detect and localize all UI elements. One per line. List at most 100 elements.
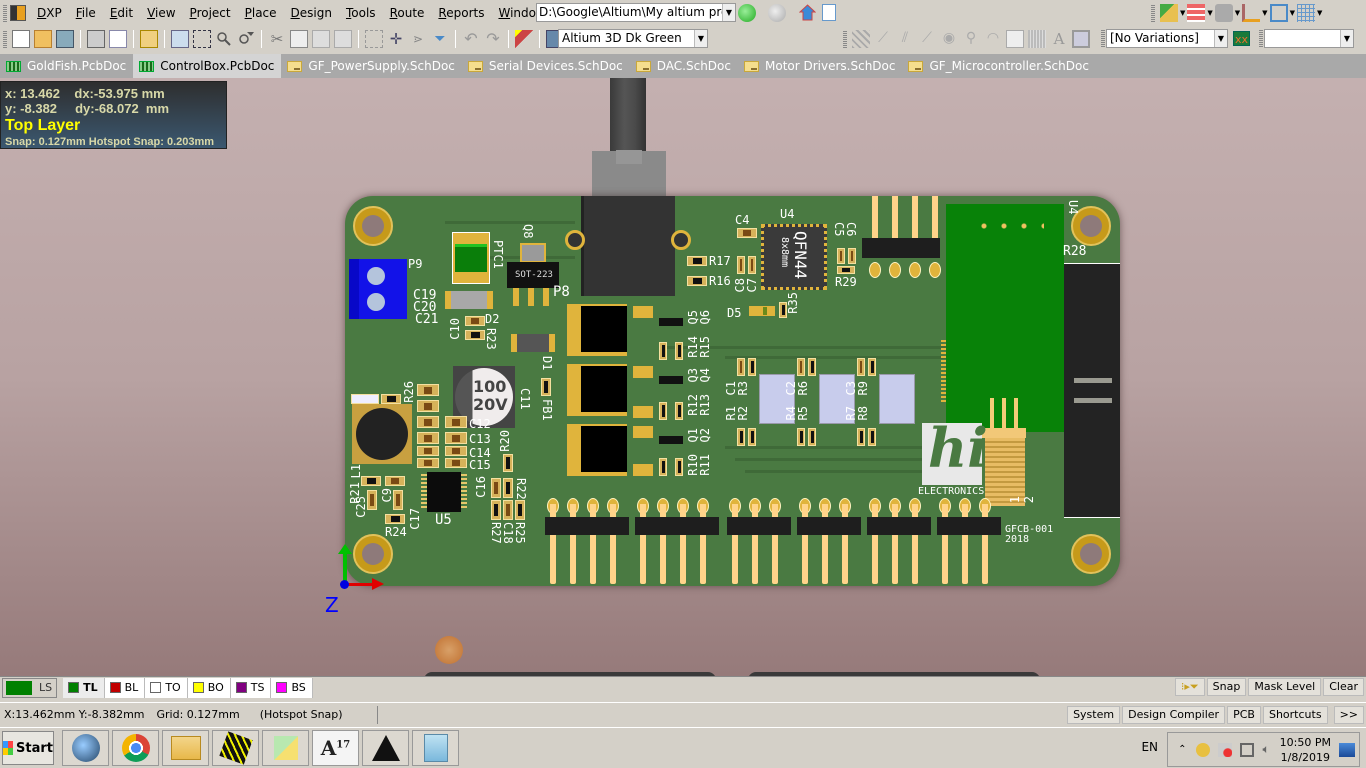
taskbar-inkscape[interactable]: [362, 730, 409, 766]
fill-icon[interactable]: [1006, 29, 1024, 48]
variant-manager-icon[interactable]: xx: [1233, 31, 1250, 46]
component-icon[interactable]: [1072, 29, 1090, 48]
find-icon[interactable]: [1214, 4, 1233, 22]
pin-header[interactable]: [797, 496, 861, 586]
interactive-diff-pair-icon[interactable]: ⟋: [874, 30, 892, 48]
chevron-down-icon[interactable]: ▼: [1235, 9, 1240, 17]
cross-probe-icon[interactable]: [515, 30, 533, 48]
capacitor[interactable]: [491, 478, 501, 498]
deselect-icon[interactable]: ⋗: [409, 30, 427, 48]
capacitor[interactable]: [417, 458, 439, 468]
pin-header[interactable]: [867, 496, 931, 586]
tab-goldfish-pcbdoc[interactable]: GoldFish.PcbDoc: [0, 54, 133, 78]
resistor[interactable]: [808, 428, 816, 446]
resistor[interactable]: [515, 500, 525, 520]
string-icon[interactable]: A: [1050, 30, 1068, 48]
resistor[interactable]: [381, 394, 401, 404]
pin-header[interactable]: [727, 496, 791, 586]
ic-u5[interactable]: [421, 472, 469, 514]
transistor-sot23[interactable]: [659, 436, 683, 444]
mask-level-button[interactable]: Mask Level: [1248, 678, 1322, 696]
taskbar-chrome[interactable]: [112, 730, 159, 766]
menu-place[interactable]: Place: [238, 1, 284, 25]
sma-connector[interactable]: [982, 398, 1028, 510]
resistor[interactable]: [797, 428, 805, 446]
capacitor[interactable]: [465, 316, 485, 326]
tab-controlbox-pcbdoc[interactable]: ControlBox.PcbDoc: [133, 54, 282, 78]
filter-icon[interactable]: ⁝▸⏷: [1174, 678, 1205, 696]
toolbar-grip[interactable]: [1101, 29, 1105, 47]
design-compiler-panel-button[interactable]: Design Compiler: [1122, 706, 1226, 724]
more-panels-button[interactable]: >>: [1333, 706, 1364, 724]
zoom-area-icon[interactable]: [193, 30, 211, 48]
grid-icon[interactable]: [1296, 4, 1315, 22]
snap-button[interactable]: Snap: [1206, 678, 1247, 696]
capacitor[interactable]: [385, 476, 405, 486]
tab-gf-powersupply-schdoc[interactable]: GF_PowerSupply.SchDoc: [281, 54, 461, 78]
paste-icon[interactable]: [312, 30, 330, 48]
home-icon[interactable]: [798, 4, 817, 21]
taskbar-sticky-notes[interactable]: [262, 730, 309, 766]
toolbar-grip[interactable]: [3, 30, 7, 48]
print-icon[interactable]: [87, 30, 105, 48]
resistor[interactable]: [868, 428, 876, 446]
polygon-pour-icon[interactable]: [1028, 29, 1046, 48]
chevron-down-icon[interactable]: ▼: [1214, 30, 1227, 47]
capacitor[interactable]: [837, 248, 845, 264]
clear-filter-icon[interactable]: ⏷: [431, 30, 449, 48]
menu-file[interactable]: File: [69, 1, 103, 25]
document-refresh-icon[interactable]: [822, 4, 836, 21]
layer-tab-bl[interactable]: BL: [104, 677, 146, 698]
layer-tab-tl[interactable]: TL: [63, 677, 105, 698]
resistor[interactable]: [659, 458, 667, 476]
capacitor[interactable]: [445, 416, 467, 428]
menu-reports[interactable]: Reports: [431, 1, 491, 25]
taskbar-explorer[interactable]: [162, 730, 209, 766]
capacitor[interactable]: [445, 432, 467, 444]
redo-icon[interactable]: ↷: [484, 30, 502, 48]
layer-tab-to[interactable]: TO: [145, 677, 188, 698]
capacitor[interactable]: [503, 500, 513, 520]
chevron-down-icon[interactable]: ▼: [1262, 9, 1267, 17]
resistor[interactable]: [361, 476, 381, 486]
diode-d1[interactable]: [511, 334, 555, 352]
resistor[interactable]: [503, 478, 513, 498]
resistor[interactable]: [659, 342, 667, 360]
show-hidden-icons-icon[interactable]: ⌃: [1178, 744, 1186, 755]
transistor-sot23[interactable]: [659, 318, 683, 326]
resistor[interactable]: [351, 394, 379, 404]
undo-icon[interactable]: ↶: [462, 30, 480, 48]
rubber-stamp-icon[interactable]: [334, 30, 352, 48]
menu-project[interactable]: Project: [183, 1, 238, 25]
resistor[interactable]: [868, 358, 876, 376]
action-center-flag-icon[interactable]: [1218, 742, 1233, 757]
tab-gf-microcontroller-schdoc[interactable]: GF_Microcontroller.SchDoc: [902, 54, 1095, 78]
capacitor[interactable]: [417, 432, 439, 444]
ptc-fuse[interactable]: [452, 232, 490, 284]
resistor[interactable]: [675, 342, 683, 360]
mcu-qfn44[interactable]: QFN44 8x8mm: [761, 224, 827, 290]
forward-arrow-icon[interactable]: [768, 4, 786, 22]
chevron-down-icon[interactable]: ▼: [1340, 30, 1353, 47]
capacitor[interactable]: [367, 490, 377, 510]
route-multiple-icon[interactable]: [852, 29, 870, 48]
start-button[interactable]: Start: [2, 731, 54, 765]
open-project-icon[interactable]: [140, 30, 158, 48]
toolbar-grip[interactable]: [843, 29, 847, 48]
layer-set-button[interactable]: LS: [2, 677, 58, 698]
side-connector[interactable]: [1064, 263, 1120, 518]
move-icon[interactable]: ✛: [387, 30, 405, 48]
mosfet-dpak[interactable]: [567, 304, 627, 356]
power-plug-icon[interactable]: [1240, 742, 1255, 757]
zoom-filtered-icon[interactable]: [237, 30, 255, 48]
save-icon[interactable]: [56, 30, 74, 48]
menu-design[interactable]: Design: [284, 1, 339, 25]
toolbar-grip[interactable]: [1259, 29, 1263, 47]
capacitor[interactable]: [445, 458, 467, 468]
capacitor[interactable]: [737, 358, 745, 376]
fanout-icon[interactable]: ⫽: [896, 30, 914, 48]
mosfet-dpak[interactable]: [567, 364, 627, 416]
room-icon[interactable]: [1269, 4, 1288, 22]
system-panel-button[interactable]: System: [1067, 706, 1121, 724]
clear-button[interactable]: Clear: [1323, 678, 1364, 696]
